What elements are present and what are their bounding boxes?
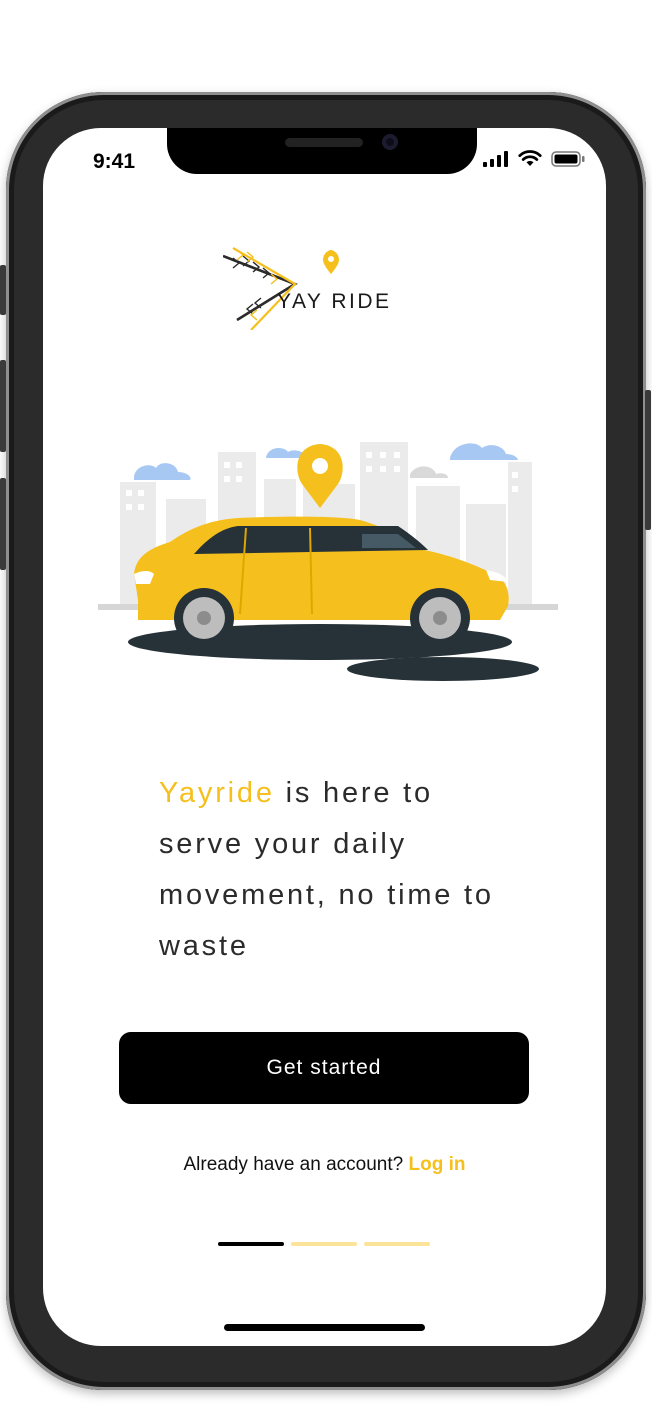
login-row: Already have an account? Log in [43, 1154, 606, 1176]
headline-brand: Yayride [159, 777, 275, 809]
home-indicator [224, 1324, 425, 1331]
logo-text: YAY RIDE [277, 290, 392, 313]
app-screen: 9:41 YAY RIDE Yayride is here to serve y… [43, 128, 606, 1346]
speaker [285, 138, 363, 147]
yay-ride-logo [223, 247, 339, 330]
page-dot[interactable] [291, 1242, 357, 1246]
battery-icon [551, 150, 585, 167]
status-icons [483, 150, 585, 167]
headline: Yayride is here to serve your daily move… [159, 768, 519, 972]
notch [167, 128, 477, 174]
login-link[interactable]: Log in [409, 1154, 466, 1175]
side-button [0, 478, 6, 570]
page-dot[interactable] [218, 1242, 284, 1246]
status-time: 9:41 [93, 150, 136, 173]
side-button [645, 390, 651, 530]
car-illustration [98, 442, 558, 681]
get-started-button[interactable]: Get started [119, 1032, 529, 1104]
wifi-icon [518, 150, 542, 166]
login-prompt: Already have an account? [183, 1154, 409, 1175]
page-dot[interactable] [364, 1242, 430, 1246]
page-indicator [218, 1242, 430, 1246]
side-button [0, 360, 6, 452]
side-button [0, 265, 6, 315]
signal-icon [483, 150, 508, 167]
camera [382, 134, 398, 150]
